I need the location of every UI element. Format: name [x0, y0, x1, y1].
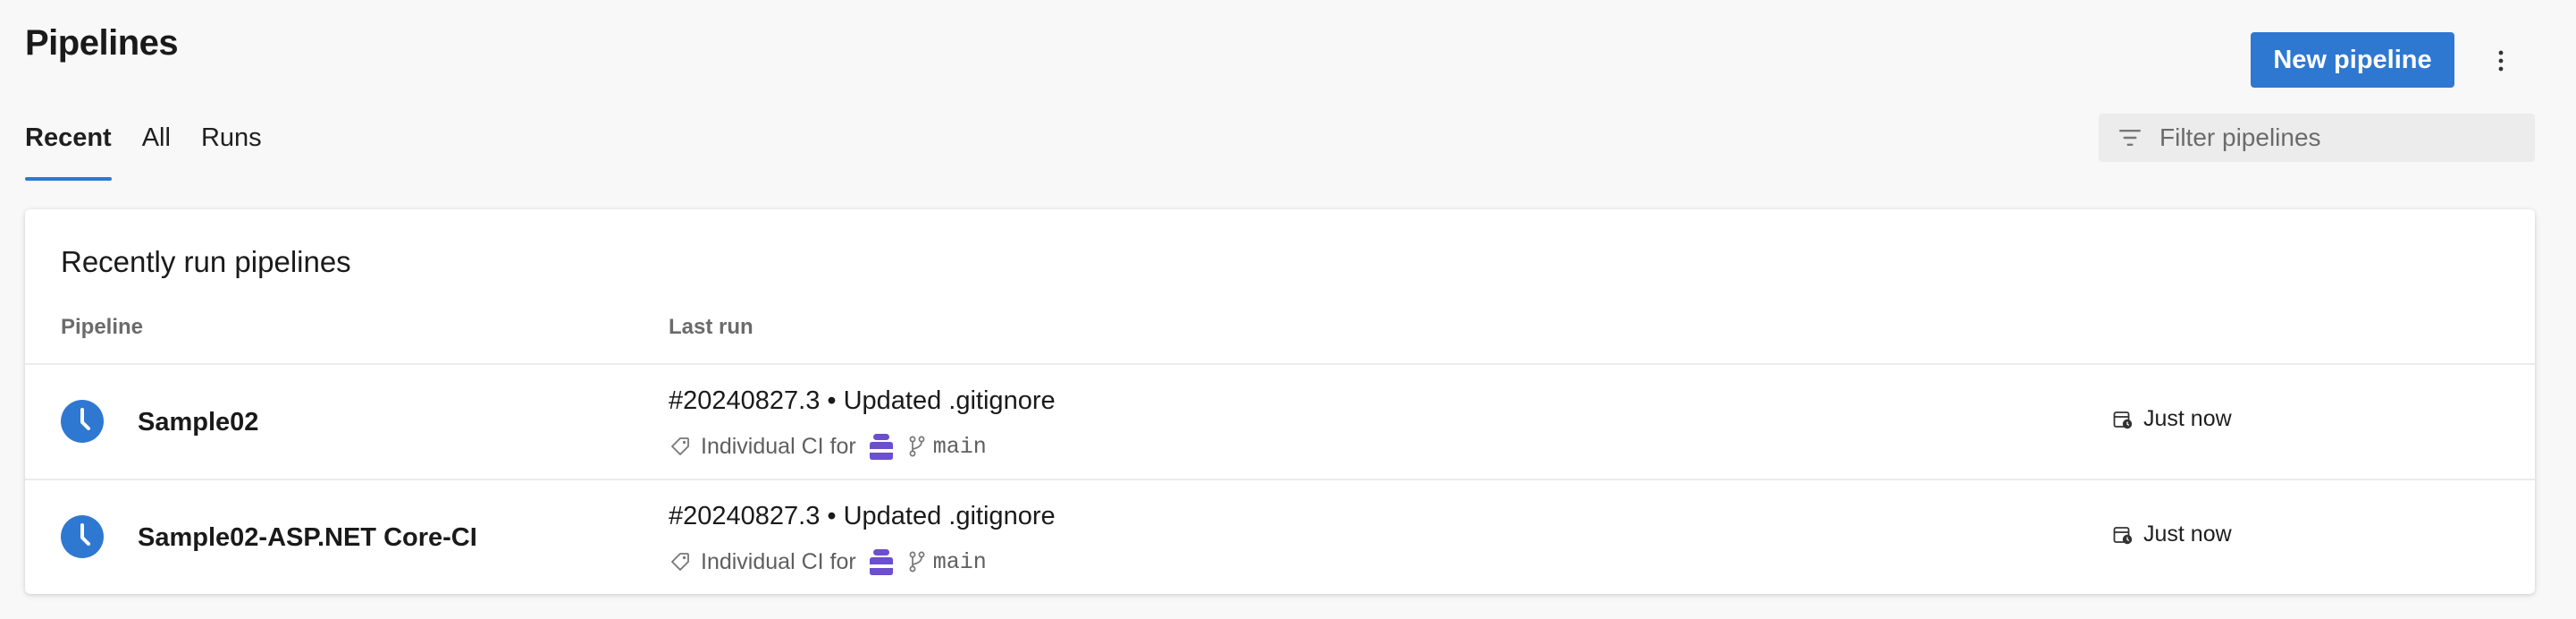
- run-time: Just now: [2113, 521, 2232, 547]
- run-time: Just now: [2113, 406, 2232, 432]
- tag-icon: [670, 437, 690, 456]
- run-title-link[interactable]: #20240827.3 • Updated .gitignore: [669, 386, 1056, 416]
- trigger-text: Individual CI for: [701, 548, 856, 574]
- run-title-link[interactable]: #20240827.3 • Updated .gitignore: [669, 502, 1056, 531]
- more-vertical-icon: [2498, 50, 2504, 72]
- in-progress-status-icon: [61, 515, 104, 558]
- tab-runs[interactable]: Runs: [201, 116, 262, 181]
- column-header-pipeline: Pipeline: [61, 315, 144, 339]
- page-title: Pipelines: [25, 23, 179, 63]
- pipeline-name-link[interactable]: Sample02-ASP.NET Core-CI: [138, 523, 477, 553]
- table-row[interactable]: Sample02 #20240827.3 • Updated .gitignor…: [25, 365, 2535, 478]
- filter-pipelines-input[interactable]: [2159, 123, 2517, 152]
- run-time-text: Just now: [2143, 521, 2232, 547]
- pipeline-name-link[interactable]: Sample02: [138, 408, 258, 437]
- trigger-text: Individual CI for: [701, 433, 856, 459]
- run-meta: Individual CI for main: [670, 431, 987, 462]
- branch-name[interactable]: main: [933, 434, 987, 460]
- filter-bar[interactable]: [2099, 114, 2535, 162]
- tag-icon: [670, 552, 690, 572]
- tab-recent[interactable]: Recent: [25, 116, 112, 181]
- card-title: Recently run pipelines: [61, 245, 351, 278]
- pivot-tabs: Recent All Runs: [25, 116, 262, 181]
- table-row[interactable]: Sample02-ASP.NET Core-CI #20240827.3 • U…: [25, 480, 2535, 593]
- scheduled-calendar-icon: [2113, 410, 2133, 429]
- column-header-last-run: Last run: [669, 315, 753, 339]
- branch-icon: [908, 551, 926, 572]
- repo-avatar-icon[interactable]: [867, 547, 896, 576]
- repo-avatar-icon[interactable]: [867, 432, 896, 461]
- branch-name[interactable]: main: [933, 549, 987, 575]
- pipelines-page: Pipelines New pipeline Recent All Runs R…: [0, 0, 2576, 619]
- tab-all[interactable]: All: [142, 116, 171, 181]
- filter-icon: [2119, 130, 2141, 146]
- recent-pipelines-card: Recently run pipelines Pipeline Last run…: [25, 209, 2535, 594]
- more-actions-button[interactable]: [2479, 39, 2522, 82]
- run-meta: Individual CI for main: [670, 547, 987, 577]
- new-pipeline-button[interactable]: New pipeline: [2251, 32, 2454, 88]
- run-time-text: Just now: [2143, 406, 2232, 431]
- scheduled-calendar-icon: [2113, 525, 2133, 545]
- branch-icon: [908, 436, 926, 457]
- in-progress-status-icon: [61, 400, 104, 443]
